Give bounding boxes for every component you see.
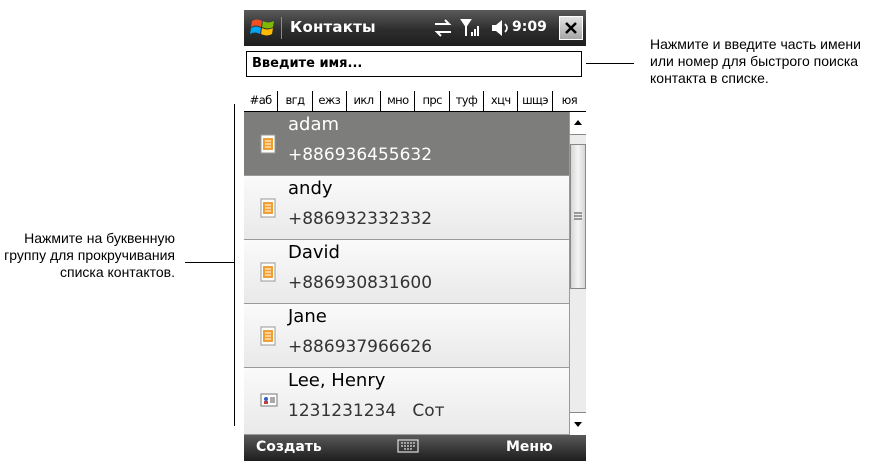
contact-name: Jane [288,306,327,327]
scroll-thumb[interactable] [570,144,586,289]
search-input[interactable]: Введите имя... [246,51,582,77]
alpha-group-button[interactable]: хцч [484,91,519,111]
business-card-icon [260,393,278,407]
alpha-callout-bracket [234,104,235,426]
contact-phone: 1231231234 Сот [288,401,445,421]
alpha-callout: Нажмите на буквенную группу для прокручи… [4,230,175,280]
alpha-group-button[interactable]: ежз [313,91,347,111]
contact-name: adam [288,114,340,135]
scroll-up-button[interactable] [570,112,586,135]
contact-card-icon [260,326,276,346]
contact-list: adam +886936455632 andy +886932332332 Da… [244,112,569,435]
contact-row[interactable]: Jane +886937966626 [244,304,569,368]
alpha-group-button[interactable]: прс [415,91,450,111]
contact-row[interactable]: andy +886932332332 [244,176,569,240]
contact-phone: +886932332332 [288,209,433,229]
title-separator [281,17,282,39]
windows-start-icon[interactable] [250,15,276,41]
alpha-group-button[interactable]: туф [450,91,485,111]
alpha-group-bar: #аб вгд ежз икл мно прс туф хцч шщэ юя [244,91,586,112]
scrollbar[interactable] [569,112,586,435]
contact-row[interactable]: Lee, Henry 1231231234 Сот [244,368,569,435]
close-icon [565,22,577,34]
keyboard-icon[interactable] [397,438,419,454]
softkey-bar: Создать Меню [244,435,586,461]
contact-name: David [288,242,340,263]
alpha-group-button[interactable]: #аб [244,91,279,111]
contact-phone: +886930831600 [288,273,433,293]
sync-icon[interactable] [432,18,454,38]
create-button[interactable]: Создать [256,439,322,455]
contact-phone: +886936455632 [288,145,433,165]
contact-card-icon [260,198,276,218]
alpha-group-button[interactable]: мно [381,91,416,111]
contact-card-icon [260,262,276,282]
alpha-group-button[interactable]: вгд [278,91,313,111]
search-callout: Нажмите и введите часть имени или номер … [650,36,861,86]
contact-row[interactable]: David +886930831600 [244,240,569,304]
title-bar: Контакты 9:09 [244,10,586,46]
app-title: Контакты [290,18,376,36]
contact-name: andy [288,178,333,199]
scroll-down-button[interactable] [570,412,586,435]
arrow-down-icon [574,422,582,427]
contact-name: Lee, Henry [288,370,386,391]
alpha-callout-line [185,262,235,263]
alpha-group-button[interactable]: юя [553,91,586,111]
contact-card-icon [260,134,276,154]
volume-icon[interactable] [490,18,512,38]
pocket-pc-screen: Контакты 9:09 Введите имя... #аб вгд ежз… [244,10,586,461]
menu-button[interactable]: Меню [506,439,553,455]
contact-row[interactable]: adam +886936455632 [244,112,569,176]
alpha-group-button[interactable]: шщэ [518,91,553,111]
alpha-group-button[interactable]: икл [347,91,382,111]
signal-icon[interactable] [460,18,482,38]
clock[interactable]: 9:09 [512,19,547,35]
close-button[interactable] [559,16,583,40]
arrow-up-icon [574,120,582,125]
grip-icon [574,212,582,220]
contact-phone: +886937966626 [288,337,433,357]
